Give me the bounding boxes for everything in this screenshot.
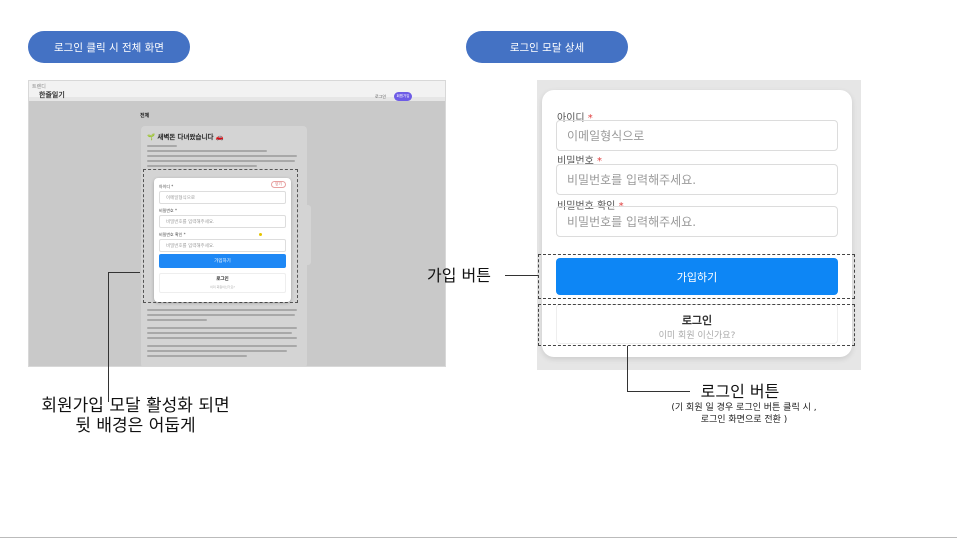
login-button-title: 로그인 xyxy=(216,277,229,282)
post-text-line xyxy=(147,345,297,347)
post-title: 🌱 새벽돈 다녀왔습니다 🚗 xyxy=(147,133,224,141)
brand-logo-text[interactable]: 한줄일기 xyxy=(39,90,65,100)
password-label: 비밀번호 * xyxy=(159,208,177,213)
post-text-line xyxy=(147,165,257,167)
post-text-line xyxy=(147,319,207,321)
full-screen-screenshot: 트렌디 한줄일기 로그인 회원가입 전체 🌱 새벽돈 다녀왔습니다 🚗 닫기 아… xyxy=(28,80,446,367)
brand-small-label: 트렌디 xyxy=(32,84,46,90)
callout-line xyxy=(627,346,628,392)
left-caption-line: 회원가입 모달 활성화 되면 xyxy=(41,396,230,416)
password-confirm-input[interactable]: 비밀번호를 입력해주세요. xyxy=(556,206,838,237)
post-text-line xyxy=(147,332,292,334)
bottom-divider xyxy=(0,537,957,538)
post-text-line xyxy=(147,150,267,152)
callout-line xyxy=(108,272,109,402)
id-label: 아이디 * xyxy=(159,184,174,189)
feed-section-title: 전체 xyxy=(140,113,150,119)
nav-signup-button[interactable]: 회원가입 xyxy=(394,92,412,101)
nav-login-link[interactable]: 로그인 xyxy=(375,94,386,100)
post-text-line xyxy=(147,155,297,157)
section-label-modal-detail: 로그인 모달 상세 xyxy=(466,31,628,63)
password-confirm-label: 비밀번호 확인 * xyxy=(159,232,186,237)
post-text-line xyxy=(147,327,297,329)
id-input[interactable]: 이메일형식으로 xyxy=(159,191,286,204)
password-confirm-input[interactable]: 비밀번호를 입력해주세요. xyxy=(159,239,286,252)
post-text-line xyxy=(147,309,297,311)
password-input[interactable]: 비밀번호를 입력해주세요. xyxy=(556,164,838,195)
modal-close-button[interactable]: 닫기 xyxy=(271,181,286,188)
password-input[interactable]: 비밀번호를 입력해주세요. xyxy=(159,215,286,228)
section-label-full-screen: 로그인 클릭 시 전체 화면 xyxy=(28,31,190,63)
slide: 로그인 클릭 시 전체 화면 로그인 모달 상세 트렌디 한줄일기 로그인 회원… xyxy=(0,0,957,539)
post-text-line xyxy=(147,160,295,162)
signup-modal-thumbnail: 닫기 아이디 * 이메일형식으로 비밀번호 * 비밀번호를 입력해주세요. 비밀… xyxy=(154,178,291,302)
login-button-highlight xyxy=(538,304,855,346)
post-text-line xyxy=(147,145,177,147)
post-text-line xyxy=(147,355,247,357)
login-button-callout: 로그인 버튼 xyxy=(700,382,780,401)
callout-line xyxy=(505,275,538,276)
cursor-indicator xyxy=(259,233,262,236)
login-note-line: (기 회원 일 경우 로그인 버튼 클릭 시 , xyxy=(671,403,817,413)
login-button-subtitle: 이미 회원이신가요? xyxy=(210,285,235,289)
signup-button-callout: 가입 버튼 xyxy=(427,266,491,285)
login-button[interactable]: 로그인 이미 회원이신가요? xyxy=(159,273,286,293)
post-text-line xyxy=(147,350,287,352)
post-text-line xyxy=(147,314,295,316)
signup-button[interactable]: 가입하기 xyxy=(159,254,286,268)
signup-button-highlight xyxy=(538,254,855,299)
left-caption-line: 뒷 배경은 어둡게 xyxy=(75,416,196,436)
post-text-line xyxy=(147,337,297,339)
id-input[interactable]: 이메일형식으로 xyxy=(556,120,838,151)
login-note-line: 로그인 화면으로 전환 ) xyxy=(700,415,788,425)
callout-line xyxy=(108,272,140,273)
login-button-note: (기 회원 일 경우 로그인 버튼 클릭 시 , 로그인 화면으로 전환 ) xyxy=(635,402,853,426)
left-caption: 회원가입 모달 활성화 되면 뒷 배경은 어둡게 xyxy=(0,396,271,436)
